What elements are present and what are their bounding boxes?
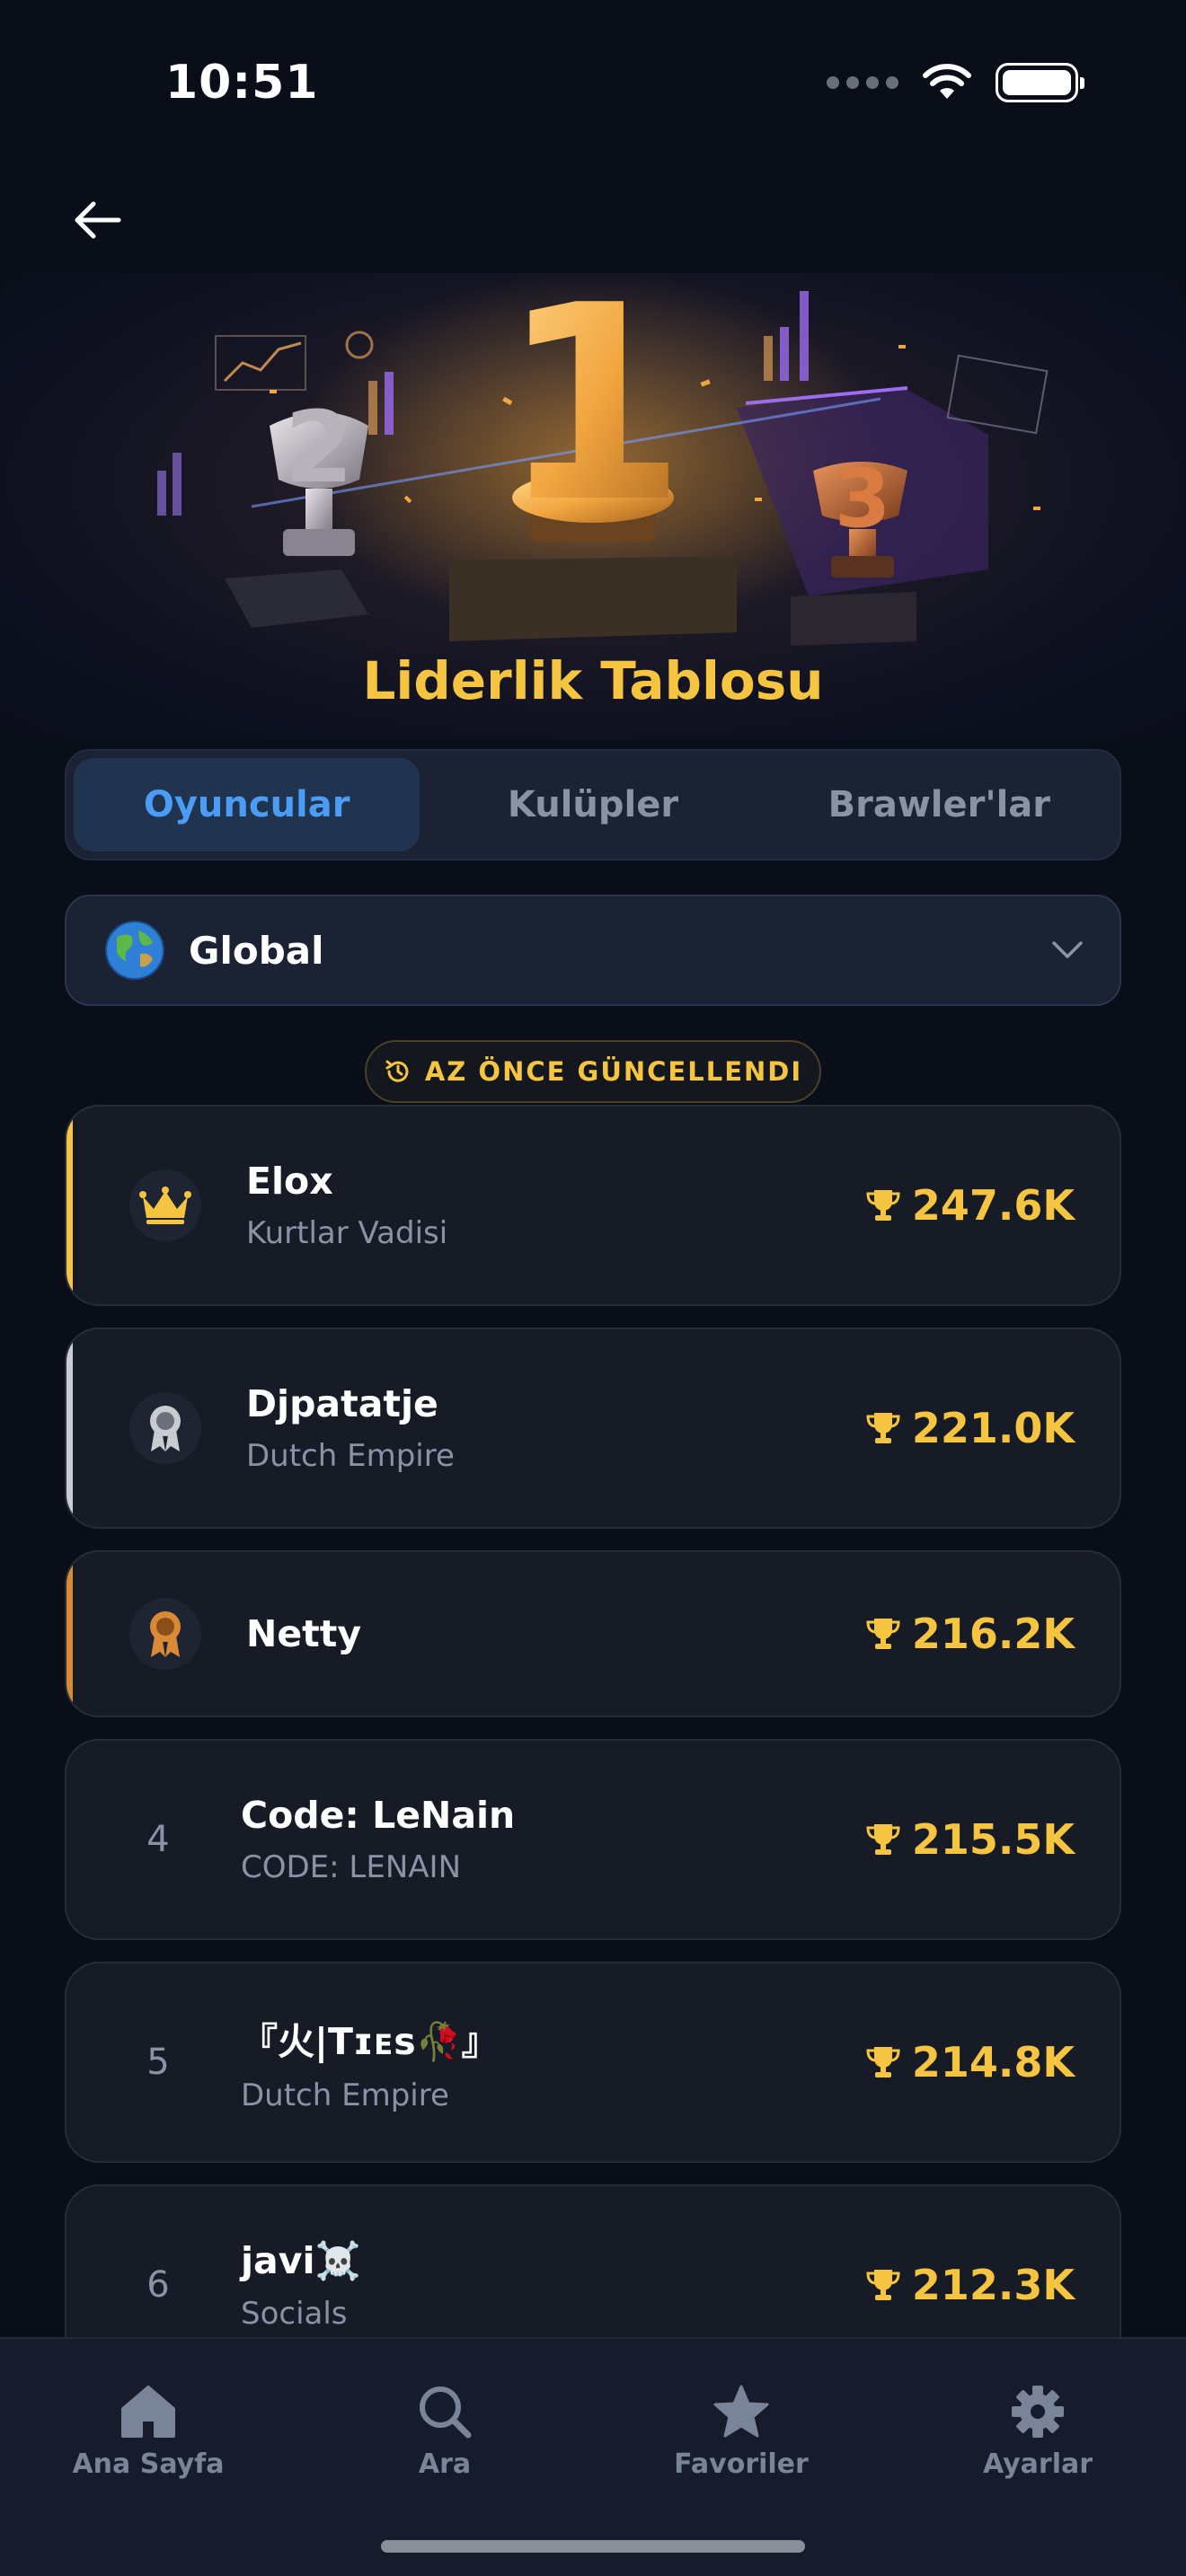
leaderboard-row-1[interactable]: Elox Kurtlar Vadisi 247.6K bbox=[65, 1105, 1121, 1306]
trophy-icon bbox=[866, 2047, 900, 2078]
player-name: Elox bbox=[246, 1160, 333, 1203]
club-name: Kurtlar Vadisi bbox=[246, 1215, 448, 1251]
cellular-signal-icon bbox=[827, 76, 898, 89]
player-info: Code: LeNain CODE: LENAIN bbox=[241, 1794, 865, 1885]
score-value: 215.5K bbox=[911, 1815, 1075, 1864]
leaderboard-row-4[interactable]: 4 Code: LeNain CODE: LENAIN 215.5K bbox=[65, 1739, 1121, 1940]
club-name: Socials bbox=[241, 2295, 348, 2332]
tab-clubs[interactable]: Kulüpler bbox=[420, 758, 766, 851]
leaderboard-row-5[interactable]: 5 『火|Tɪᴇs🥀』 Dutch Empire 214.8K bbox=[65, 1962, 1121, 2163]
trophy-score: 247.6K bbox=[865, 1181, 1075, 1230]
nav-favorites-label: Favoriler bbox=[674, 2448, 809, 2480]
trophy-score: 214.8K bbox=[865, 2038, 1075, 2086]
score-value: 216.2K bbox=[911, 1610, 1075, 1658]
battery-icon bbox=[996, 63, 1084, 102]
history-icon bbox=[385, 1060, 409, 1082]
wifi-icon bbox=[923, 64, 971, 99]
player-name: 『火|Tɪᴇs🥀』 bbox=[241, 2020, 499, 2063]
hero-banner: 2 1 3 Liderlik Tablosu bbox=[0, 273, 1186, 740]
silver-medal-icon bbox=[150, 1406, 181, 1451]
globe-icon bbox=[105, 921, 164, 980]
trophy-icon bbox=[866, 1413, 900, 1443]
nav-search-label: Ara bbox=[418, 2448, 472, 2480]
club-name: Dutch Empire bbox=[246, 1438, 455, 1474]
star-icon bbox=[713, 2385, 769, 2438]
region-dropdown[interactable]: Global bbox=[65, 895, 1121, 1006]
tab-brawlers[interactable]: Brawler'lar bbox=[766, 758, 1112, 851]
trophy-icon bbox=[866, 2270, 900, 2300]
region-label: Global bbox=[189, 928, 324, 973]
trophy-icon bbox=[866, 1619, 900, 1649]
trophy-icon bbox=[866, 1824, 900, 1855]
nav-settings[interactable]: Ayarlar bbox=[890, 2339, 1186, 2576]
back-button[interactable] bbox=[63, 190, 131, 250]
club-name: Dutch Empire bbox=[241, 2078, 449, 2113]
nav-home-label: Ana Sayfa bbox=[72, 2448, 225, 2480]
home-indicator bbox=[381, 2540, 805, 2553]
score-value: 214.8K bbox=[911, 2038, 1075, 2086]
updated-badge: AZ ÖNCE GÜNCELLENDI bbox=[365, 1040, 821, 1103]
player-info: Elox Kurtlar Vadisi bbox=[246, 1160, 865, 1251]
tab-players[interactable]: Oyuncular bbox=[74, 758, 420, 851]
home-icon bbox=[121, 2386, 175, 2438]
bronze-medal-icon bbox=[150, 1611, 181, 1657]
arrow-left-icon bbox=[75, 201, 121, 239]
rank-number: 4 bbox=[146, 1819, 170, 1860]
rank-accent-bar bbox=[66, 1329, 73, 1527]
player-name: javi☠️ bbox=[241, 2238, 361, 2282]
player-name: Code: LeNain bbox=[241, 1794, 516, 1837]
search-icon bbox=[420, 2386, 472, 2439]
status-time: 10:51 bbox=[165, 56, 319, 110]
crown-icon bbox=[139, 1187, 191, 1224]
player-info: Djpatatje Dutch Empire bbox=[246, 1382, 865, 1474]
tab-bar: Oyuncular Kulüpler Brawler'lar bbox=[65, 749, 1121, 860]
score-value: 221.0K bbox=[911, 1404, 1075, 1452]
player-info: Netty bbox=[246, 1612, 865, 1655]
chevron-down-icon bbox=[1052, 941, 1083, 958]
updated-label: AZ ÖNCE GÜNCELLENDI bbox=[424, 1056, 803, 1087]
rank-number: 6 bbox=[146, 2264, 170, 2306]
gear-icon bbox=[1012, 2386, 1064, 2438]
club-name: CODE: LENAIN bbox=[241, 1849, 462, 1885]
rank-accent-bar bbox=[66, 1552, 73, 1716]
rank-badge bbox=[129, 1598, 201, 1670]
player-info: javi☠️ Socials bbox=[241, 2239, 865, 2332]
rank-badge bbox=[129, 1169, 201, 1241]
rank-number: 5 bbox=[146, 2042, 170, 2083]
nav-home[interactable]: Ana Sayfa bbox=[0, 2339, 296, 2576]
trophy-score: 216.2K bbox=[865, 1610, 1075, 1658]
leaderboard-row-2[interactable]: Djpatatje Dutch Empire 221.0K bbox=[65, 1328, 1121, 1529]
trophy-score: 215.5K bbox=[865, 1815, 1075, 1864]
page-title: Liderlik Tablosu bbox=[362, 650, 824, 711]
nav-settings-label: Ayarlar bbox=[982, 2448, 1093, 2480]
score-value: 247.6K bbox=[911, 1181, 1075, 1230]
leaderboard-row-3[interactable]: Netty 216.2K bbox=[65, 1550, 1121, 1717]
player-name: Netty bbox=[246, 1612, 362, 1655]
score-value: 212.3K bbox=[911, 2261, 1075, 2309]
leaderboard-screen: 10:51 2 1 3 Liderlik Tablosu Oyuncular K… bbox=[0, 0, 1186, 2576]
player-info: 『火|Tɪᴇs🥀』 Dutch Empire bbox=[241, 2011, 865, 2113]
player-name: Djpatatje bbox=[246, 1382, 438, 1425]
svg-text:2: 2 bbox=[285, 390, 354, 505]
trophy-icon bbox=[866, 1190, 900, 1221]
rank-accent-bar bbox=[66, 1107, 73, 1304]
trophy-score: 221.0K bbox=[865, 1404, 1075, 1452]
status-icons bbox=[827, 63, 1084, 102]
rank-badge bbox=[129, 1392, 201, 1464]
trophy-score: 212.3K bbox=[865, 2261, 1075, 2309]
svg-text:1: 1 bbox=[500, 273, 687, 561]
